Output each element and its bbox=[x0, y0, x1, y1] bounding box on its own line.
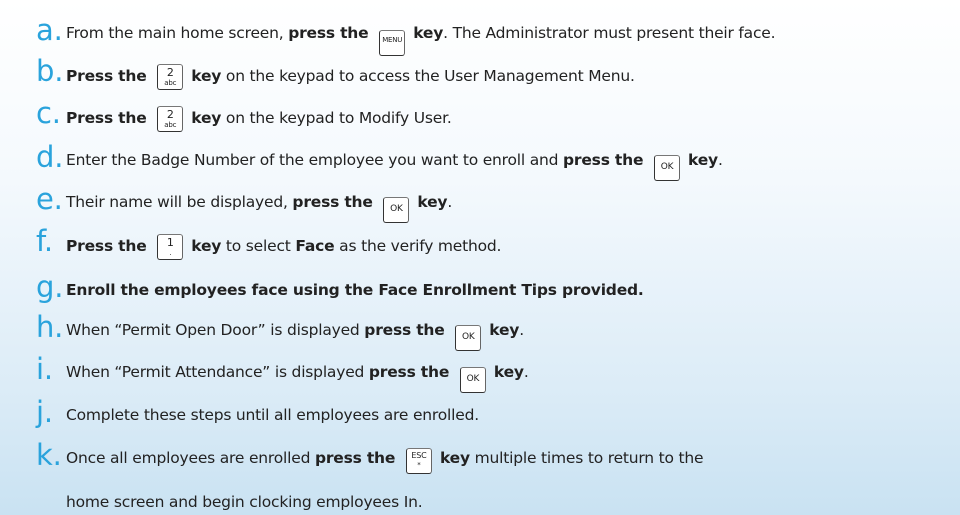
key-2-icon: 2 abc bbox=[157, 106, 184, 132]
menu-key-icon: MENU bbox=[379, 30, 406, 56]
step-h: h. When “Permit Open Door” is displayed … bbox=[36, 310, 524, 351]
key-1-icon: 1. bbox=[157, 234, 184, 260]
step-text: Once all employees are enrolled press th… bbox=[66, 448, 704, 474]
step-b: b. Press the 2 abc key on the keypad to ac… bbox=[36, 54, 635, 90]
step-text: Press the 2 abc key on the keypad to Modif… bbox=[66, 106, 452, 132]
step-k: k. Once all employees are enrolled press… bbox=[36, 438, 704, 474]
step-letter: i. bbox=[36, 352, 53, 386]
step-e: e. Their name will be displayed, press t… bbox=[36, 182, 452, 223]
step-c: c. Press the 2 abc key on the keypad to Mo… bbox=[36, 96, 452, 132]
step-g: g. Enroll the employees face using the F… bbox=[36, 270, 644, 304]
step-letter: c. bbox=[36, 96, 61, 130]
step-letter: a. bbox=[36, 13, 63, 47]
step-f: f. Press the 1. key to select Face as the… bbox=[36, 224, 501, 260]
esc-key-icon: ESC * bbox=[405, 448, 432, 474]
step-letter: h. bbox=[36, 310, 64, 344]
step-letter: k. bbox=[36, 438, 62, 472]
step-text: Enter the Badge Number of the employee y… bbox=[66, 150, 723, 181]
step-text: Press the 2 abc key on the keypad to acces… bbox=[66, 64, 635, 90]
step-a: a. From the main home screen, press the … bbox=[36, 13, 776, 56]
step-d: d. Enter the Badge Number of the employe… bbox=[36, 140, 723, 181]
step-letter: f. bbox=[36, 224, 53, 258]
ok-key-icon: OK bbox=[459, 367, 486, 393]
step-text: Press the 1. key to select Face as the ve… bbox=[66, 234, 501, 260]
ok-key-icon: OK bbox=[654, 155, 681, 181]
step-text: Their name will be displayed, press the … bbox=[66, 192, 452, 223]
step-letter: g. bbox=[36, 270, 64, 304]
step-i: i. When “Permit Attendance” is displayed… bbox=[36, 352, 529, 393]
key-2-icon: 2 abc bbox=[157, 64, 184, 90]
step-letter: b. bbox=[36, 54, 64, 88]
step-j: j. Complete these steps until all employ… bbox=[36, 395, 479, 429]
step-text: Complete these steps until all employees… bbox=[66, 406, 479, 424]
ok-key-icon: OK bbox=[455, 325, 482, 351]
step-text: From the main home screen, press the MEN… bbox=[66, 23, 776, 56]
step-text: Enroll the employees face using the Face… bbox=[66, 281, 644, 299]
step-text: When “Permit Open Door” is displayed pre… bbox=[66, 320, 524, 351]
step-letter: d. bbox=[36, 140, 64, 174]
step-text: When “Permit Attendance” is displayed pr… bbox=[66, 362, 529, 393]
step-letter: j. bbox=[36, 395, 53, 429]
step-letter: e. bbox=[36, 182, 63, 216]
ok-key-icon: OK bbox=[383, 197, 410, 223]
step-k-continuation: home screen and begin clocking employees… bbox=[66, 493, 423, 511]
